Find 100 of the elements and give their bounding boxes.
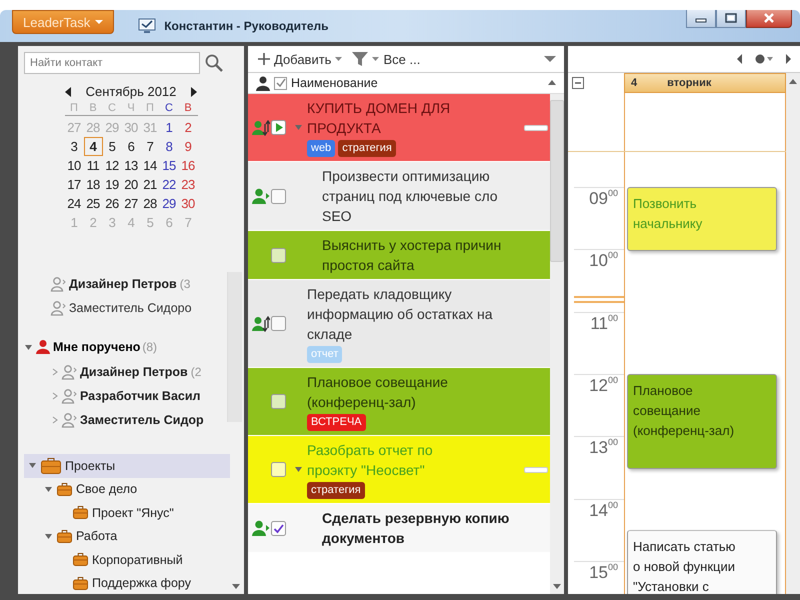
task-title[interactable]: Передать кладовщику информацию об остатках на складе — [307, 284, 493, 344]
task-row[interactable]: Разобрать отчет по проэкту "Неосвет" стратегия — [248, 436, 550, 504]
calendar-day[interactable]: 12 — [102, 156, 122, 175]
dot-caret-icon — [755, 54, 773, 64]
calendar-day[interactable]: 8 — [160, 137, 178, 156]
previous-month-icon[interactable] — [64, 86, 72, 96]
task-title[interactable]: КУПИТЬ ДОМЕН ДЛЯ ПРОДУКТА — [307, 98, 450, 138]
expanded-caret-icon[interactable] — [24, 342, 33, 352]
expanded-caret-icon[interactable] — [294, 465, 303, 474]
tree-item[interactable]: Проект "Янус" — [24, 501, 230, 524]
checked-checkbox[interactable] — [271, 520, 286, 536]
calendar-event[interactable]: Написать статью о новой функции "Установки с — [627, 530, 777, 594]
weekday-name: вторник — [667, 77, 712, 89]
calendar-day[interactable]: 9 — [178, 137, 198, 156]
task-title[interactable]: Сделать резервную копию документов — [322, 508, 510, 548]
scroll-down-icon[interactable] — [553, 584, 561, 590]
checkbox[interactable] — [271, 316, 286, 331]
task-row[interactable]: Плановое совещание (конференц-зал) ВСТРЕЧА — [248, 368, 550, 436]
task-row[interactable]: Выяснить у хостера причин простоя сайта — [248, 231, 550, 280]
person-icon[interactable] — [256, 76, 270, 90]
calendar-day[interactable]: 21 — [140, 175, 160, 194]
calendar-day[interactable]: 6 — [122, 137, 140, 156]
close-button[interactable] — [746, 10, 792, 28]
calendar-day[interactable]: 11 — [84, 156, 102, 175]
task-title[interactable]: Выяснить у хостера причин простоя сайта — [322, 235, 502, 275]
calendar-day[interactable]: 1 — [160, 118, 178, 137]
calendar-day[interactable]: 29 — [160, 194, 178, 213]
calendar-day[interactable]: 10 — [64, 156, 84, 175]
next-month-icon[interactable] — [190, 86, 198, 96]
tree-item[interactable]: Корпоративный — [24, 548, 230, 572]
checkbox-icon[interactable] — [274, 76, 287, 90]
contact-name[interactable]: Дизайнер Петров — [69, 277, 177, 291]
calendar-day[interactable]: 23 — [178, 175, 198, 194]
calendar-day[interactable]: 15 — [160, 156, 178, 175]
task-row[interactable]: Сделать резервную копию документов — [248, 504, 550, 553]
project-name: Проект "Янус" — [92, 506, 174, 520]
tree-item[interactable]: Работа — [24, 524, 230, 548]
expanded-caret-icon[interactable] — [28, 461, 37, 470]
search-field[interactable]: Найти контакт — [24, 52, 200, 74]
briefcase-icon — [57, 530, 72, 543]
today-button[interactable] — [755, 54, 773, 64]
calendar-day[interactable]: 22 — [160, 175, 178, 194]
task-row[interactable]: Произвести оптимизацию страниц под ключевые сло SEO — [248, 162, 550, 231]
task-title[interactable]: Плановое совещание (конференц-зал) — [307, 372, 448, 412]
next-icon[interactable] — [785, 53, 792, 65]
person-arrows-icon[interactable] — [252, 316, 270, 332]
tag: стратегия — [307, 482, 365, 499]
calendar-day[interactable]: 5 — [102, 137, 122, 156]
scroll-up-icon[interactable] — [548, 80, 556, 86]
calendar-day[interactable]: 26 — [102, 194, 122, 213]
calendar-day[interactable]: 30 — [178, 194, 198, 213]
event-title: Плановое совещание (конференц-зал) — [633, 382, 736, 440]
task-title[interactable]: Произвести оптимизацию страниц под ключевые сло SEO — [322, 166, 498, 226]
selected-tree-item[interactable]: Проекты — [24, 454, 230, 478]
search-icon[interactable] — [205, 54, 223, 72]
calendar-day[interactable]: 7 — [140, 137, 160, 156]
column-header[interactable]: Наименование — [291, 76, 378, 90]
contact-name[interactable]: Заместитель Сидоро — [69, 301, 192, 315]
task-row[interactable]: КУПИТЬ ДОМЕН ДЛЯ ПРОДУКТА web стратегия — [248, 94, 550, 162]
dropdown-icon[interactable] — [544, 55, 556, 63]
calendar-day[interactable]: 24 — [64, 194, 84, 213]
checkbox[interactable] — [271, 248, 286, 262]
calendar-day[interactable]: 28 — [140, 194, 160, 213]
calendar-day[interactable]: 25 — [84, 194, 102, 213]
group-name[interactable]: Мне поручено — [53, 340, 140, 354]
calendar-event[interactable]: Плановое совещание (конференц-зал) — [627, 374, 777, 470]
calendar-day[interactable]: 3 — [64, 137, 84, 156]
calendar-day[interactable]: 19 — [102, 175, 122, 194]
scroll-thumb[interactable] — [550, 100, 564, 262]
scroll-up-icon[interactable] — [789, 79, 797, 85]
calendar-day[interactable]: 2 — [178, 118, 198, 137]
collapse-icon[interactable] — [572, 77, 584, 89]
minimize-button[interactable] — [686, 10, 716, 28]
calendar-day[interactable]: 13 — [122, 156, 140, 175]
add-button[interactable]: Добавить — [256, 52, 344, 66]
caret-icon — [95, 18, 104, 26]
task-row[interactable]: Передать кладовщику информацию об остатках на складе отчет — [248, 280, 550, 368]
filter-button[interactable]: Все ... — [350, 52, 422, 66]
calendar-day[interactable]: 20 — [122, 175, 140, 194]
contact-name[interactable]: Разработчик Васил — [80, 389, 200, 403]
checkbox[interactable] — [271, 188, 286, 204]
expanded-caret-icon[interactable] — [44, 484, 53, 494]
weekday-label: С — [107, 102, 117, 114]
calendar-day[interactable]: 18 — [84, 175, 102, 194]
checkbox[interactable] — [271, 462, 286, 477]
scroll-down-icon[interactable] — [232, 584, 240, 590]
expanded-caret-icon[interactable] — [44, 532, 53, 541]
play-button-icon[interactable] — [271, 120, 286, 135]
checkbox[interactable] — [271, 394, 286, 409]
tree-item[interactable]: Поддержка фору — [24, 572, 230, 594]
maximize-button[interactable] — [716, 10, 746, 28]
previous-icon[interactable] — [736, 53, 743, 65]
tree-item[interactable]: Свое дело — [24, 478, 230, 501]
calendar-day[interactable]: 27 — [122, 194, 140, 213]
calendar-day[interactable]: 17 — [64, 175, 84, 194]
calendar-day[interactable]: 14 — [140, 156, 160, 175]
contact-name[interactable]: Заместитель Сидор — [80, 413, 204, 427]
contact-name[interactable]: Дизайнер Петров — [80, 365, 188, 379]
calendar-day[interactable]: 4 — [84, 137, 102, 156]
calendar-day[interactable]: 16 — [178, 156, 198, 175]
